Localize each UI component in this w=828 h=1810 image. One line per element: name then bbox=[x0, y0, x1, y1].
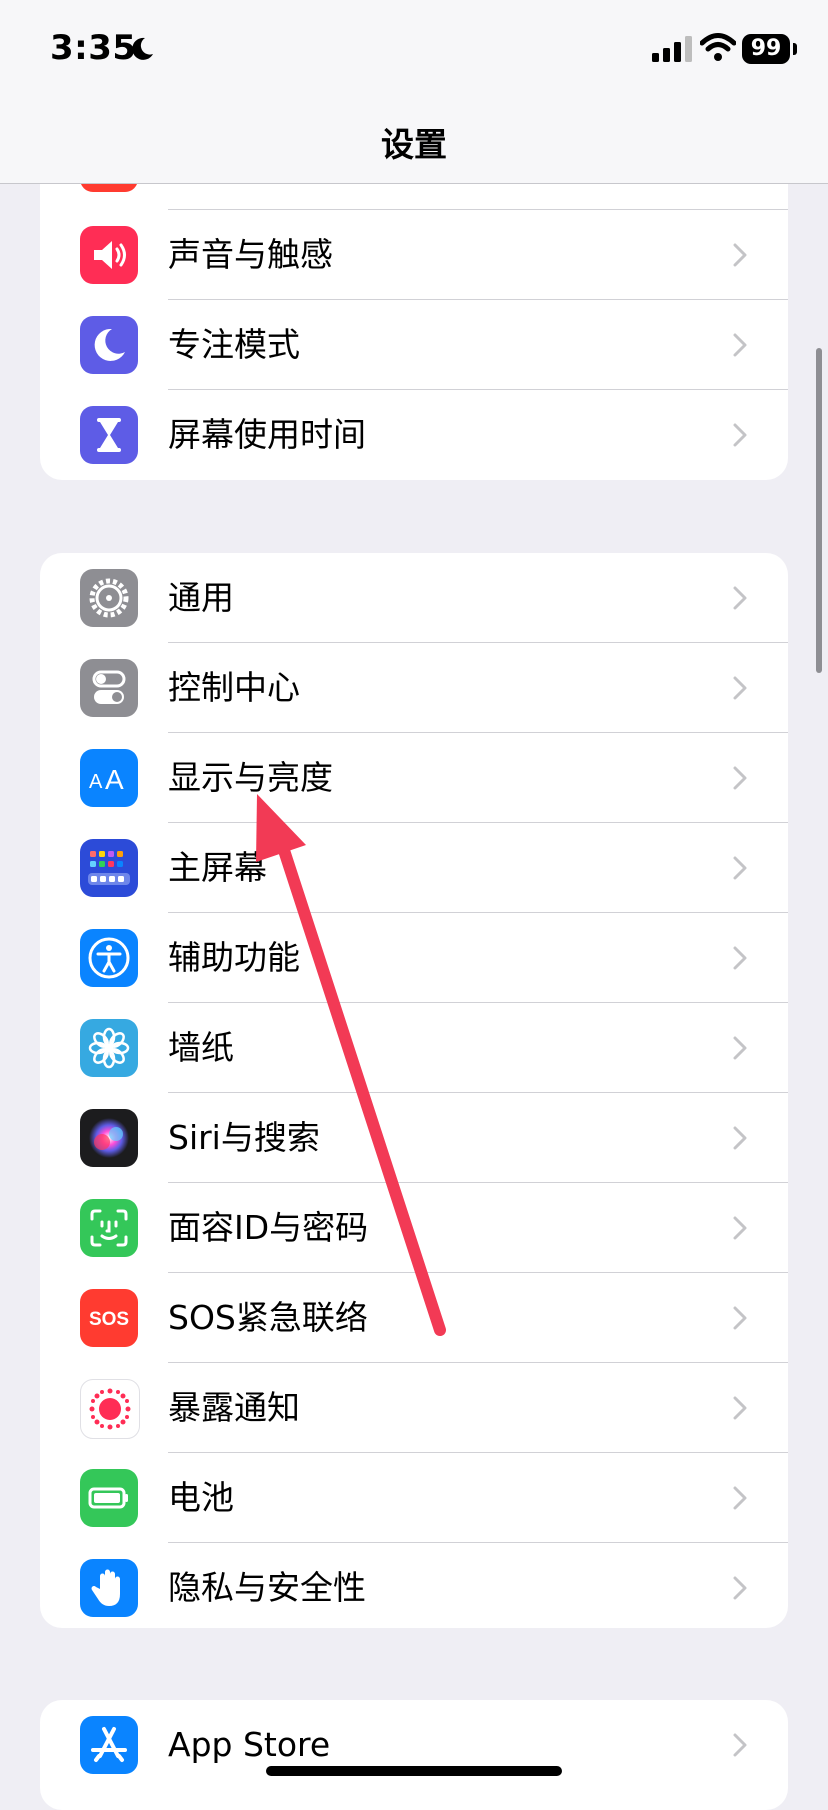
moon-icon bbox=[80, 316, 138, 374]
status-bar: 3:35 99 bbox=[0, 0, 828, 100]
list-item-focus[interactable]: 专注模式 bbox=[40, 300, 788, 390]
chevron-right-icon bbox=[733, 333, 747, 357]
chevron-right-icon bbox=[733, 1486, 747, 1510]
gear-icon bbox=[80, 569, 138, 627]
list-item-label: 显示与亮度 bbox=[168, 758, 333, 797]
chevron-right-icon bbox=[733, 243, 747, 267]
sos-icon-text: SOS bbox=[89, 1309, 129, 1330]
app-store-icon bbox=[80, 1716, 138, 1774]
chevron-right-icon bbox=[733, 1036, 747, 1060]
hand-icon bbox=[80, 1559, 138, 1617]
scrollbar[interactable] bbox=[816, 348, 822, 673]
list-item-screen-time[interactable]: 屏幕使用时间 bbox=[40, 390, 788, 480]
chevron-right-icon bbox=[733, 1396, 747, 1420]
accessibility-icon bbox=[80, 929, 138, 987]
list-item-accessibility[interactable]: 辅助功能 bbox=[40, 913, 788, 1003]
sos-icon: SOS bbox=[80, 1289, 138, 1347]
list-item-label: 屏幕使用时间 bbox=[168, 415, 366, 454]
list-item-label: 隐私与安全性 bbox=[168, 1568, 366, 1607]
chevron-right-icon bbox=[733, 766, 747, 790]
toggles-icon bbox=[80, 659, 138, 717]
chevron-right-icon bbox=[733, 1733, 747, 1757]
list-item-label: 电池 bbox=[168, 1478, 234, 1517]
speaker-icon bbox=[80, 226, 138, 284]
list-item-privacy-security[interactable]: 隐私与安全性 bbox=[40, 1543, 788, 1628]
list-item-label: 专注模式 bbox=[168, 325, 300, 364]
list-item-label: 墙纸 bbox=[168, 1028, 234, 1067]
list-item-exposure-notifications[interactable]: 暴露通知 bbox=[40, 1363, 788, 1453]
cellular-signal-icon bbox=[652, 36, 692, 62]
siri-icon bbox=[80, 1109, 138, 1167]
list-item-general[interactable]: 通用 bbox=[40, 553, 788, 643]
face-id-icon bbox=[80, 1199, 138, 1257]
list-item-sounds[interactable]: 声音与触感 bbox=[40, 210, 788, 300]
list-item-label: 控制中心 bbox=[168, 668, 300, 707]
home-screen-grid-icon bbox=[80, 839, 138, 897]
list-item-control-center[interactable]: 控制中心 bbox=[40, 643, 788, 733]
settings-group-app-store: App Store bbox=[40, 1700, 788, 1810]
chevron-right-icon bbox=[733, 856, 747, 880]
list-item-siri[interactable]: Siri与搜索 bbox=[40, 1093, 788, 1183]
list-item-battery[interactable]: 电池 bbox=[40, 1453, 788, 1543]
battery-icon: 99 bbox=[742, 34, 790, 64]
chevron-right-icon bbox=[733, 1216, 747, 1240]
list-item-label: Siri与搜索 bbox=[168, 1118, 320, 1157]
home-indicator[interactable] bbox=[266, 1766, 562, 1776]
text-size-icon: AA bbox=[80, 749, 138, 807]
moon-icon bbox=[132, 37, 153, 60]
list-item-label: 主屏幕 bbox=[168, 848, 267, 887]
status-time: 3:35 bbox=[50, 28, 137, 68]
list-item-label: App Store bbox=[168, 1725, 331, 1764]
battery-icon bbox=[80, 1469, 138, 1527]
flower-icon bbox=[80, 1019, 138, 1077]
settings-group-general: 通用 控制中心 AA 显示与亮度 主屏幕 辅助功能 墙纸 Siri与搜索 面容I… bbox=[40, 553, 788, 1628]
list-item-home-screen[interactable]: 主屏幕 bbox=[40, 823, 788, 913]
chevron-right-icon bbox=[733, 676, 747, 700]
list-item-app-store[interactable]: App Store bbox=[40, 1700, 788, 1790]
chevron-right-icon bbox=[733, 1576, 747, 1600]
list-item-label: 通用 bbox=[168, 578, 234, 617]
list-item-emergency-sos[interactable]: SOS SOS紧急联络 bbox=[40, 1273, 788, 1363]
wifi-icon bbox=[700, 33, 736, 61]
chevron-right-icon bbox=[733, 1306, 747, 1330]
battery-tip bbox=[793, 43, 797, 55]
list-item-face-id[interactable]: 面容ID与密码 bbox=[40, 1183, 788, 1273]
chevron-right-icon bbox=[733, 1126, 747, 1150]
list-item-label: 声音与触感 bbox=[168, 235, 333, 274]
list-item-display-brightness[interactable]: AA 显示与亮度 bbox=[40, 733, 788, 823]
svg-text:A: A bbox=[89, 771, 103, 793]
chevron-right-icon bbox=[733, 946, 747, 970]
list-item-label: 辅助功能 bbox=[168, 938, 300, 977]
list-item-label: SOS紧急联络 bbox=[168, 1298, 368, 1337]
exposure-icon bbox=[80, 1379, 140, 1439]
list-item-label: 面容ID与密码 bbox=[168, 1208, 369, 1247]
page-title: 设置 bbox=[381, 125, 447, 164]
svg-text:A: A bbox=[105, 764, 124, 795]
list-item-label: 暴露通知 bbox=[168, 1388, 300, 1427]
list-item-wallpaper[interactable]: 墙纸 bbox=[40, 1003, 788, 1093]
chevron-right-icon bbox=[733, 586, 747, 610]
hourglass-icon bbox=[80, 406, 138, 464]
chevron-right-icon bbox=[733, 423, 747, 447]
